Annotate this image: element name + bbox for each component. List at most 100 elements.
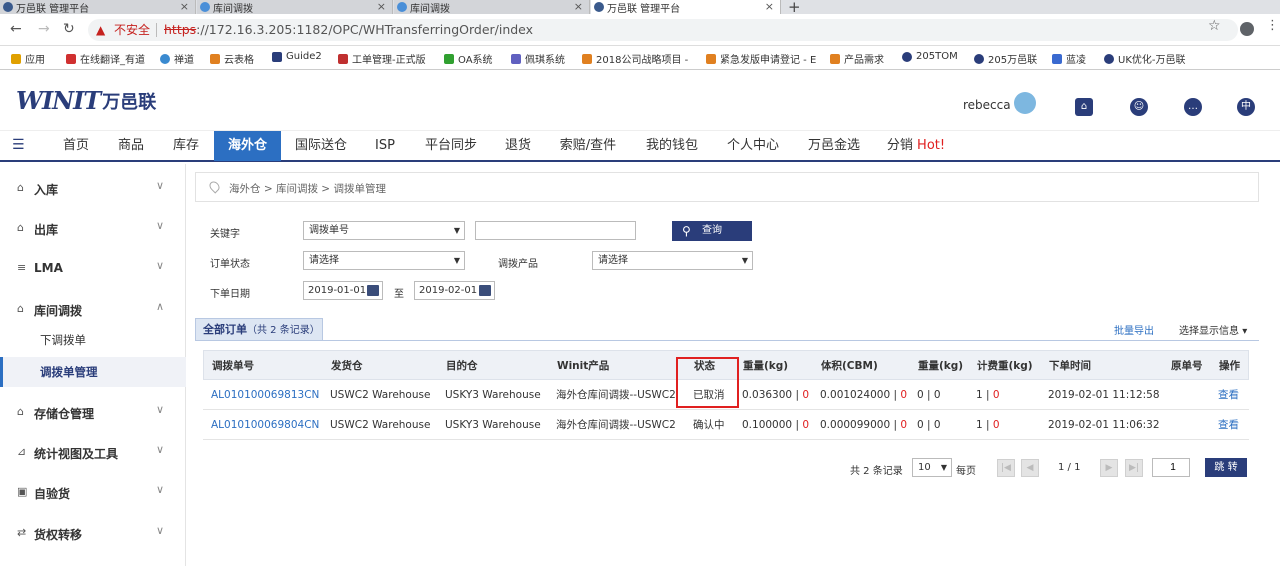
page-size-select[interactable]: 10 ▼	[912, 458, 952, 477]
close-icon[interactable]: ×	[765, 0, 774, 13]
close-icon[interactable]: ×	[180, 0, 189, 13]
bookmark-item[interactable]: OA系统	[444, 51, 493, 66]
back-icon[interactable]: ←	[10, 21, 22, 37]
logo[interactable]: WINIT 万邑联	[16, 86, 156, 115]
nav-item-platform-sync[interactable]: 平台同步	[413, 131, 489, 161]
last-page-button[interactable]: ▶|	[1125, 459, 1143, 477]
bookmark-item[interactable]: 产品需求	[830, 51, 884, 66]
product-select[interactable]: 请选择 ▼	[592, 251, 753, 270]
jump-button[interactable]: 跳 转	[1205, 458, 1247, 477]
bookmark-item[interactable]: 应用	[11, 51, 45, 66]
sidebar-item-storage[interactable]: ⌂ 存储仓管理 ∨	[0, 392, 186, 432]
date-from-field[interactable]: 2019-01-01	[303, 281, 383, 300]
bulk-export-link[interactable]: 批量导出	[1114, 322, 1154, 337]
bookmark-item[interactable]: 205万邑联	[974, 51, 1037, 66]
chevron-down-icon: ∨	[156, 259, 165, 272]
close-icon[interactable]: ×	[377, 0, 386, 13]
close-icon[interactable]: ×	[574, 0, 583, 13]
browser-tab[interactable]: 库间调拨 ×	[197, 0, 393, 14]
weight2-value: 0	[917, 389, 924, 401]
nav-item-wallet[interactable]: 我的钱包	[634, 131, 710, 161]
browser-tab-active[interactable]: 万邑联 管理平台 ×	[591, 0, 781, 14]
nav-item-distribution[interactable]: 分销 Hot!	[878, 131, 954, 161]
sidebar-item-outbound[interactable]: ⌂ 出库 ∨	[0, 208, 186, 248]
bookmark-item[interactable]: 紧急发版申请登记 - E	[706, 51, 816, 66]
message-icon[interactable]: …	[1184, 98, 1202, 116]
order-number-link[interactable]: AL010100069804CN	[211, 410, 319, 440]
search-icon: ⚲	[682, 224, 691, 238]
next-page-button[interactable]: ▶	[1100, 459, 1118, 477]
home-icon[interactable]: ⌂	[1075, 98, 1093, 116]
forward-icon[interactable]: →	[38, 21, 50, 37]
bookmark-item[interactable]: 禅道	[160, 51, 194, 66]
view-link[interactable]: 查看	[1218, 410, 1239, 440]
prev-page-button[interactable]: ◀	[1021, 459, 1039, 477]
menu-icon[interactable]: ⋮	[1266, 18, 1279, 33]
filter-panel: 关键字 调拨单号 ▼ ⚲ 查询 订单状态 请选择 ▼ 调拨产品 请选择 ▼ 下单日期 2…	[195, 210, 1259, 310]
nav-item-selection[interactable]: 万邑金选	[796, 131, 872, 161]
reload-icon[interactable]: ↻	[63, 21, 75, 37]
calendar-icon[interactable]	[479, 285, 491, 296]
date-to-field[interactable]: 2019-02-01	[414, 281, 495, 300]
support-icon[interactable]: ☺	[1130, 98, 1148, 116]
bookmark-star-icon[interactable]: ☆	[1208, 18, 1221, 34]
nav-item-inventory[interactable]: 库存	[162, 131, 210, 161]
logo-mark: WINIT	[16, 86, 101, 115]
nav-item-home[interactable]: 首页	[52, 131, 100, 161]
view-link[interactable]: 查看	[1218, 380, 1239, 410]
total-records: 共 2 条记录	[850, 466, 903, 477]
nav-item-products[interactable]: 商品	[108, 131, 154, 161]
sidebar-item-inspection[interactable]: ▣ 自验货 ∨	[0, 472, 186, 512]
browser-tab[interactable]: 库间调拨 ×	[394, 0, 590, 14]
nav-item-overseas[interactable]: 海外仓	[214, 131, 281, 161]
calendar-icon[interactable]	[367, 285, 379, 296]
sidebar-item-ownership[interactable]: ⇄ 货权转移 ∨	[0, 513, 186, 553]
keyword-type-select[interactable]: 调拨单号 ▼	[303, 221, 465, 240]
keyword-input[interactable]	[475, 221, 636, 240]
query-button[interactable]: ⚲ 查询	[672, 221, 752, 241]
first-page-button[interactable]: |◀	[997, 459, 1015, 477]
sidebar-subitem-transfer-manage[interactable]: 调拨单管理	[0, 357, 186, 387]
browser-tab[interactable]: 万邑联 管理平台 ×	[0, 0, 196, 14]
language-icon[interactable]: 中	[1237, 98, 1255, 116]
keyword-label: 关键字	[210, 229, 240, 240]
tab-all-orders[interactable]: 全部订单（共 2 条记录）	[195, 318, 323, 340]
to-warehouse: USKY3 Warehouse	[445, 389, 541, 401]
nav-item-returns[interactable]: 退货	[494, 131, 542, 161]
main-nav: ☰ 首页 商品 库存 海外仓 国际送仓 ISP 平台同步 退货 索赔/查件 我的…	[0, 130, 1280, 162]
bookmark-item[interactable]: 工单管理-正式版	[338, 51, 426, 66]
bookmark-item[interactable]: 云表格	[210, 51, 254, 66]
bookmark-item[interactable]: 佩琪系统	[511, 51, 565, 66]
order-number-link[interactable]: AL010100069813CN	[211, 380, 319, 410]
status-select[interactable]: 请选择 ▼	[303, 251, 465, 270]
page-number-input[interactable]	[1152, 458, 1190, 477]
volume-cell: 0.001024000 | 0	[820, 389, 908, 401]
breadcrumb: 海外仓 > 库间调拨 > 调拨单管理	[195, 172, 1259, 202]
sidebar-item-inbound[interactable]: ⌂ 入库 ∨	[0, 168, 186, 208]
bookmark-item[interactable]: UK优化-万邑联	[1104, 51, 1186, 66]
menu-toggle-icon[interactable]: ☰	[12, 137, 25, 153]
query-button-label: 查询	[702, 225, 722, 236]
nav-item-intl-delivery[interactable]: 国际送仓	[286, 131, 356, 161]
nav-item-isp[interactable]: ISP	[362, 131, 408, 161]
caret-down-icon: ▾	[1242, 326, 1248, 337]
status-highlight-box	[676, 357, 739, 408]
sidebar-item-lma[interactable]: ≡ LMA ∨	[0, 248, 186, 288]
avatar[interactable]	[1014, 92, 1036, 114]
bookmark-item[interactable]: 在线翻译_有道	[66, 51, 145, 66]
sidebar-item-stats[interactable]: ⊿ 统计视图及工具 ∨	[0, 432, 186, 472]
nav-item-claims[interactable]: 索赔/查件	[548, 131, 628, 161]
bookmark-item[interactable]: 2018公司战略项目 -	[582, 51, 688, 66]
divider	[195, 340, 1259, 341]
sidebar-subitem-create-transfer[interactable]: 下调拨单	[0, 325, 186, 355]
account-icon[interactable]	[1240, 22, 1254, 36]
display-columns-dropdown[interactable]: 选择显示信息 ▾	[1179, 322, 1247, 337]
username[interactable]: rebecca	[963, 98, 1011, 112]
bookmark-item[interactable]: 205TOM	[902, 51, 958, 62]
nav-item-user-center[interactable]: 个人中心	[716, 131, 790, 161]
weight-cell: 0.036300 | 0	[742, 389, 810, 401]
url-field[interactable]: ▲ 不安全 https://172.16.3.205:1182/OPC/WHTr…	[88, 19, 1238, 41]
sidebar-item-transfer[interactable]: ⌂ 库间调拨 ∧	[0, 289, 186, 329]
bookmark-item[interactable]: 蓝凌	[1052, 51, 1086, 66]
bookmark-item[interactable]: Guide2	[272, 51, 322, 62]
